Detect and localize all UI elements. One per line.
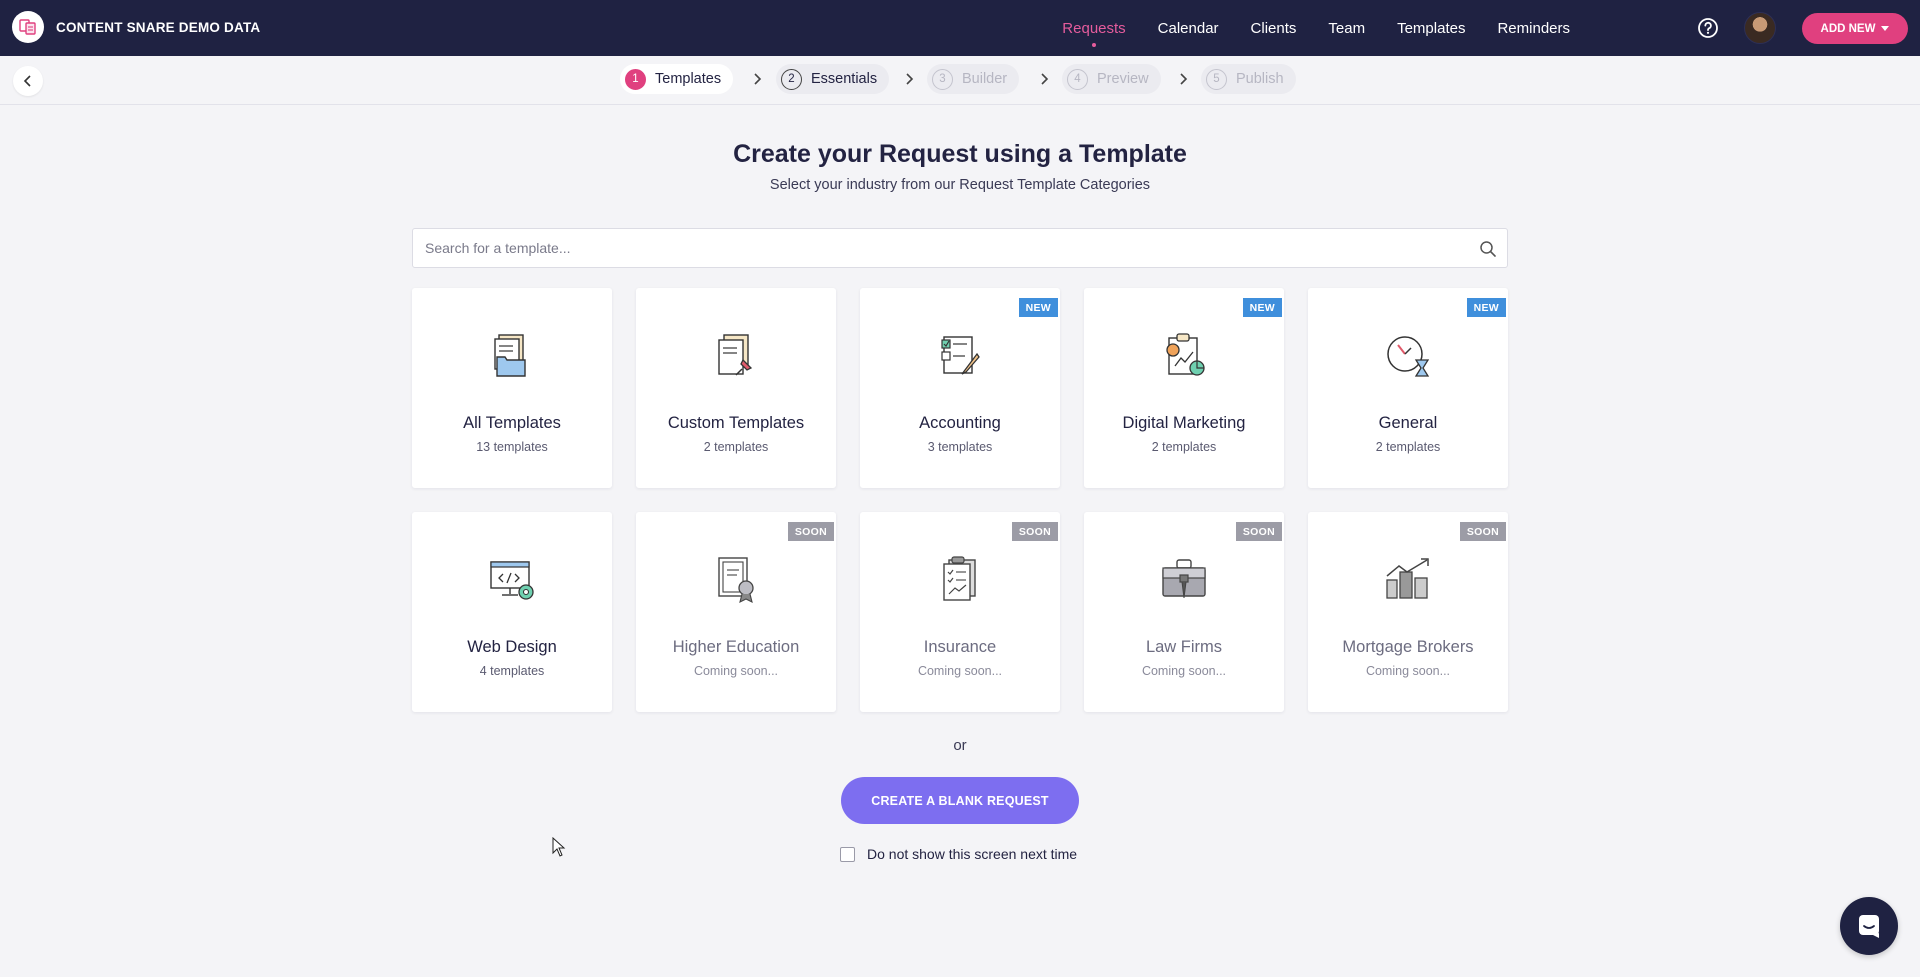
category-name: Insurance bbox=[923, 638, 997, 656]
step-preview[interactable]: 4 Preview bbox=[1062, 64, 1161, 94]
nav-reminders[interactable]: Reminders bbox=[1497, 20, 1570, 37]
chevron-right-icon bbox=[1180, 73, 1188, 85]
chevron-right-icon bbox=[754, 73, 762, 85]
step-number: 1 bbox=[625, 68, 646, 90]
dont-show-checkbox[interactable] bbox=[840, 846, 855, 862]
category-name: Law Firms bbox=[1145, 638, 1223, 656]
chat-icon bbox=[1859, 915, 1879, 938]
page-title: Create your Request using a Template bbox=[733, 140, 1187, 168]
soon-badge: SOON bbox=[1235, 522, 1282, 541]
new-badge: NEW bbox=[1466, 298, 1506, 317]
caret-down-icon bbox=[1881, 25, 1890, 31]
create-blank-request-button[interactable]: CREATE A BLANK REQUEST bbox=[841, 777, 1079, 824]
category-name: Web Design bbox=[467, 638, 557, 656]
question-circle-icon[interactable] bbox=[1697, 17, 1719, 39]
category-name: General bbox=[1378, 414, 1438, 432]
step-number: 5 bbox=[1206, 68, 1227, 90]
folder-documents-icon bbox=[494, 334, 526, 377]
or-divider: or bbox=[953, 737, 967, 754]
content-snare-logo-icon bbox=[19, 19, 36, 35]
dont-show-label: Do not show this screen next time bbox=[867, 846, 1078, 862]
category-count: Coming soon... bbox=[1365, 664, 1451, 678]
back-button[interactable] bbox=[13, 66, 43, 96]
clipboard-chart-icon bbox=[1166, 333, 1205, 376]
category-count: 4 templates bbox=[479, 664, 545, 678]
clock-hourglass-icon bbox=[1387, 336, 1430, 377]
category-count: Coming soon... bbox=[917, 664, 1003, 678]
category-name: Higher Education bbox=[672, 638, 800, 656]
nav-templates[interactable]: Templates bbox=[1397, 20, 1465, 37]
category-card-digital-marketing[interactable]: NEW Digital Marketing 2 templates bbox=[1084, 288, 1284, 488]
category-count: 2 templates bbox=[1151, 440, 1217, 454]
search-input[interactable] bbox=[413, 229, 1507, 267]
chevron-left-icon bbox=[23, 75, 31, 87]
nav-calendar[interactable]: Calendar bbox=[1158, 20, 1219, 37]
chevron-right-icon bbox=[906, 73, 914, 85]
step-number: 3 bbox=[932, 68, 953, 90]
category-name: Custom Templates bbox=[667, 414, 805, 432]
soon-badge: SOON bbox=[1011, 522, 1058, 541]
category-name: Digital Marketing bbox=[1122, 414, 1246, 432]
search-icon[interactable] bbox=[1479, 240, 1497, 258]
add-new-label: ADD NEW bbox=[1820, 22, 1876, 35]
step-essentials[interactable]: 2 Essentials bbox=[776, 64, 890, 94]
category-card-custom-templates[interactable]: Custom Templates 2 templates bbox=[636, 288, 836, 488]
monitor-code-gear-icon bbox=[490, 561, 534, 600]
app-logo[interactable] bbox=[12, 11, 44, 43]
chevron-right-icon bbox=[1041, 73, 1049, 85]
category-card-insurance[interactable]: SOON Insurance Coming soon... bbox=[860, 512, 1060, 712]
step-label: Preview bbox=[1097, 71, 1149, 87]
category-count: Coming soon... bbox=[693, 664, 779, 678]
category-card-all-templates[interactable]: All Templates 13 templates bbox=[412, 288, 612, 488]
main-nav: Requests Calendar Clients Team Templates… bbox=[1030, 0, 1570, 56]
category-count: 13 templates bbox=[476, 440, 548, 454]
template-search bbox=[412, 228, 1508, 268]
top-navbar: CONTENT SNARE DEMO DATA Requests Calenda… bbox=[0, 0, 1920, 56]
step-publish[interactable]: 5 Publish bbox=[1201, 64, 1296, 94]
support-chat-button[interactable] bbox=[1840, 897, 1898, 955]
category-count: 3 templates bbox=[927, 440, 993, 454]
pinned-documents-icon bbox=[718, 334, 753, 376]
category-card-higher-education[interactable]: SOON Higher Education Coming soon... bbox=[636, 512, 836, 712]
wizard-stepper: 1 Templates 2 Essentials 3 Builder 4 Pre… bbox=[0, 56, 1920, 105]
step-label: Builder bbox=[962, 71, 1008, 87]
city-chart-icon bbox=[1386, 558, 1429, 599]
certificate-icon bbox=[718, 557, 754, 604]
step-number: 2 bbox=[781, 68, 802, 90]
new-badge: NEW bbox=[1242, 298, 1282, 317]
soon-badge: SOON bbox=[1459, 522, 1506, 541]
step-builder[interactable]: 3 Builder bbox=[927, 64, 1020, 94]
category-card-accounting[interactable]: NEW Accounting 3 templates bbox=[860, 288, 1060, 488]
dont-show-again: Do not show this screen next time bbox=[840, 845, 1077, 863]
category-count: 2 templates bbox=[1375, 440, 1441, 454]
category-count: Coming soon... bbox=[1141, 664, 1227, 678]
checklist-pencil-icon bbox=[941, 336, 980, 375]
organization-name: CONTENT SNARE DEMO DATA bbox=[56, 20, 261, 35]
category-card-web-design[interactable]: Web Design 4 templates bbox=[412, 512, 612, 712]
category-count: 2 templates bbox=[703, 440, 769, 454]
category-card-law-firms[interactable]: SOON Law Firms Coming soon... bbox=[1084, 512, 1284, 712]
step-label: Templates bbox=[655, 71, 722, 87]
step-number: 4 bbox=[1067, 68, 1088, 90]
category-card-general[interactable]: NEW General 2 templates bbox=[1308, 288, 1508, 488]
category-name: Mortgage Brokers bbox=[1342, 638, 1474, 656]
step-label: Essentials bbox=[811, 71, 878, 87]
policy-documents-icon bbox=[943, 556, 976, 601]
nav-clients[interactable]: Clients bbox=[1251, 20, 1297, 37]
nav-team[interactable]: Team bbox=[1328, 20, 1365, 37]
nav-requests[interactable]: Requests bbox=[1062, 20, 1126, 47]
step-label: Publish bbox=[1236, 71, 1284, 87]
user-avatar[interactable] bbox=[1744, 12, 1776, 44]
category-name: All Templates bbox=[463, 414, 561, 432]
page-subtitle: Select your industry from our Request Te… bbox=[769, 177, 1151, 193]
soon-badge: SOON bbox=[787, 522, 834, 541]
step-templates[interactable]: 1 Templates bbox=[620, 64, 734, 94]
category-name: Accounting bbox=[919, 414, 1001, 432]
briefcase-icon bbox=[1162, 559, 1206, 599]
category-card-mortgage-brokers[interactable]: SOON Mortgage Brokers Coming soon... bbox=[1308, 512, 1508, 712]
add-new-button[interactable]: ADD NEW bbox=[1802, 13, 1908, 44]
mouse-cursor-icon bbox=[552, 837, 566, 857]
new-badge: NEW bbox=[1018, 298, 1058, 317]
